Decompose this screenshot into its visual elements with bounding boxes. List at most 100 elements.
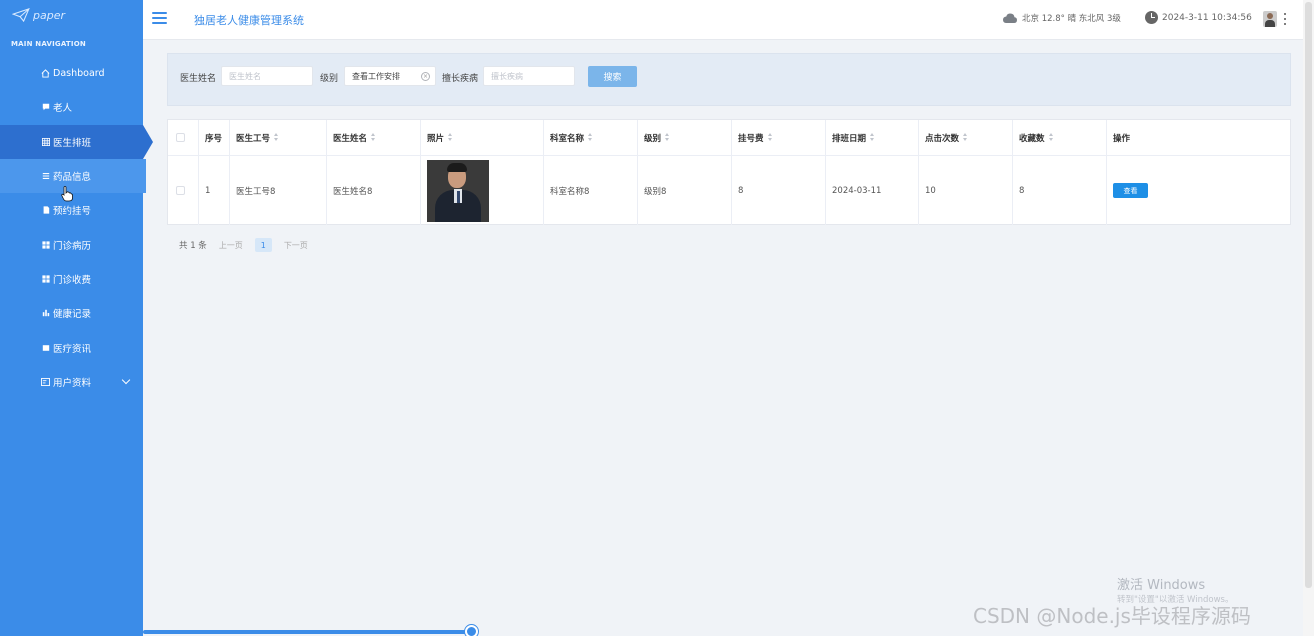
sidebar-item-label: 药品信息 <box>53 172 92 184</box>
apps-icon <box>40 273 51 284</box>
specialty-input[interactable]: 擅长疾病 <box>483 66 575 86</box>
windows-activation-title: 激活 Windows <box>1117 578 1206 593</box>
bar-chart-icon <box>40 308 51 319</box>
prev-page-button[interactable]: 上一页 <box>219 240 243 251</box>
level-select-value: 查看工作安排 <box>352 72 400 81</box>
page-number-current[interactable]: 1 <box>254 238 272 252</box>
sidebar-item-doctor-schedule[interactable]: 医生排班 <box>0 124 153 159</box>
column-header[interactable]: 级别 <box>638 120 732 155</box>
square-icon <box>40 342 51 353</box>
sidebar: paper MAIN NAVIGATION Dashboard 老人 医生排班 <box>0 0 153 636</box>
cell-index: 1 <box>199 156 230 225</box>
pagination-total: 共 1 条 <box>179 241 207 251</box>
pagination: 共 1 条 上一页 1 下一页 <box>179 238 308 252</box>
chevron-down-icon <box>121 375 131 384</box>
cell-level: 级别8 <box>638 156 732 225</box>
horizontal-scrollbar[interactable] <box>143 630 473 634</box>
csdn-watermark: CSDN @Node.js毕设程序源码 <box>973 604 1251 628</box>
scroll-handle[interactable] <box>465 625 478 636</box>
sidebar-item-label: 老人 <box>53 103 73 115</box>
list-icon <box>40 171 51 182</box>
sidebar-item-label: 门诊病历 <box>53 240 92 252</box>
sidebar-item-label: 医疗资讯 <box>53 343 92 355</box>
weather-text: 北京 12.8° 晴 东北风 3级 <box>1022 14 1121 24</box>
sidebar-item-label: 预约挂号 <box>53 206 92 218</box>
sidebar-item-label: 医生排班 <box>53 137 92 149</box>
sidebar-item-elderly[interactable]: 老人 <box>0 90 143 124</box>
doctor-schedule-table: 序号 医生工号 医生姓名 照片 科室名称 级别 挂号费 排班日期 点击次数 收藏… <box>167 119 1291 225</box>
sidebar-item-label: 用户资料 <box>53 377 92 389</box>
sidebar-item-medical-news[interactable]: 医疗资讯 <box>0 330 143 364</box>
apps-icon <box>40 239 51 250</box>
sidebar-item-label: Dashboard <box>53 67 105 79</box>
menu-toggle-icon[interactable] <box>152 12 167 24</box>
clear-icon[interactable]: × <box>421 72 430 81</box>
sort-icon <box>588 133 593 142</box>
more-vertical-icon[interactable] <box>1284 13 1288 25</box>
nav-heading: MAIN NAVIGATION <box>11 40 86 48</box>
row-checkbox-cell <box>168 156 199 225</box>
clock-widget: 2024-3-11 10:34:56 <box>1145 11 1252 24</box>
sidebar-item-label: 健康记录 <box>53 309 92 321</box>
level-select[interactable]: 查看工作安排 × <box>344 66 436 86</box>
column-header[interactable]: 挂号费 <box>732 120 826 155</box>
sidebar-item-dashboard[interactable]: Dashboard <box>0 56 143 90</box>
search-button[interactable]: 搜索 <box>588 66 637 87</box>
datetime-text: 2024-3-11 10:34:56 <box>1162 12 1252 23</box>
view-button[interactable]: 查看 <box>1113 183 1148 198</box>
sidebar-item-label: 门诊收费 <box>53 274 92 286</box>
sort-icon <box>274 133 279 142</box>
doctor-name-input[interactable]: 医生姓名 <box>221 66 313 86</box>
cell-doctor-name: 医生姓名8 <box>327 156 421 225</box>
row-checkbox[interactable] <box>176 186 185 195</box>
vertical-scrollbar[interactable] <box>1303 0 1314 636</box>
select-all-checkbox[interactable] <box>176 133 185 142</box>
next-page-button[interactable]: 下一页 <box>284 240 308 251</box>
level-label: 级别 <box>320 74 339 84</box>
column-header[interactable]: 医生工号 <box>230 120 327 155</box>
cloud-icon <box>1003 13 1017 23</box>
sort-icon <box>963 133 968 142</box>
cell-department: 科室名称8 <box>544 156 638 225</box>
column-header: 序号 <box>199 120 230 155</box>
sidebar-menu: Dashboard 老人 医生排班 药品信息 预约挂号 门诊病历 门诊收费 健康… <box>0 56 153 399</box>
sort-icon <box>1048 133 1054 142</box>
column-header[interactable]: 收藏数 <box>1013 120 1107 155</box>
home-icon <box>40 68 51 79</box>
cell-date: 2024-03-11 <box>826 156 919 225</box>
id-card-icon <box>40 376 51 387</box>
system-title: 独居老人健康管理系统 <box>194 14 304 27</box>
cell-actions: 查看 <box>1107 156 1290 225</box>
column-header[interactable]: 科室名称 <box>544 120 638 155</box>
search-panel: 医生姓名 医生姓名 级别 查看工作安排 × 擅长疾病 擅长疾病 搜索 <box>167 53 1291 106</box>
sidebar-item-health-records[interactable]: 健康记录 <box>0 296 143 330</box>
column-header[interactable]: 照片 <box>421 120 544 155</box>
sort-icon <box>371 133 376 142</box>
file-icon <box>40 205 51 216</box>
cell-favorites: 8 <box>1013 156 1107 225</box>
cell-fee: 8 <box>732 156 826 225</box>
header-checkbox-cell <box>168 120 199 155</box>
sidebar-item-billing[interactable]: 门诊收费 <box>0 262 143 296</box>
cell-photo <box>421 156 544 225</box>
column-header[interactable]: 排班日期 <box>826 120 919 155</box>
column-header: 操作 <box>1113 133 1131 144</box>
column-header[interactable]: 点击次数 <box>919 120 1013 155</box>
paper-plane-icon <box>12 8 30 22</box>
sidebar-item-user-profile[interactable]: 用户资料 <box>0 365 143 399</box>
sidebar-item-medicine[interactable]: 药品信息 <box>0 158 146 194</box>
logo-text: paper <box>33 8 65 22</box>
hand-cursor-icon <box>61 186 73 202</box>
weather-widget: 北京 12.8° 晴 东北风 3级 <box>1002 12 1121 24</box>
column-header[interactable]: 医生姓名 <box>327 120 421 155</box>
table-row: 1 医生工号8 医生姓名8 科室名称8 级别8 8 2024-03-11 10 … <box>168 156 1290 225</box>
logo[interactable]: paper <box>12 8 65 22</box>
cell-doctor-id: 医生工号8 <box>230 156 327 225</box>
comment-icon <box>40 102 51 113</box>
cell-clicks: 10 <box>919 156 1013 225</box>
sort-icon <box>665 133 670 142</box>
sidebar-item-medical-records[interactable]: 门诊病历 <box>0 227 143 261</box>
sort-icon <box>767 133 773 142</box>
avatar[interactable] <box>1263 11 1277 27</box>
doctor-photo <box>427 159 489 222</box>
